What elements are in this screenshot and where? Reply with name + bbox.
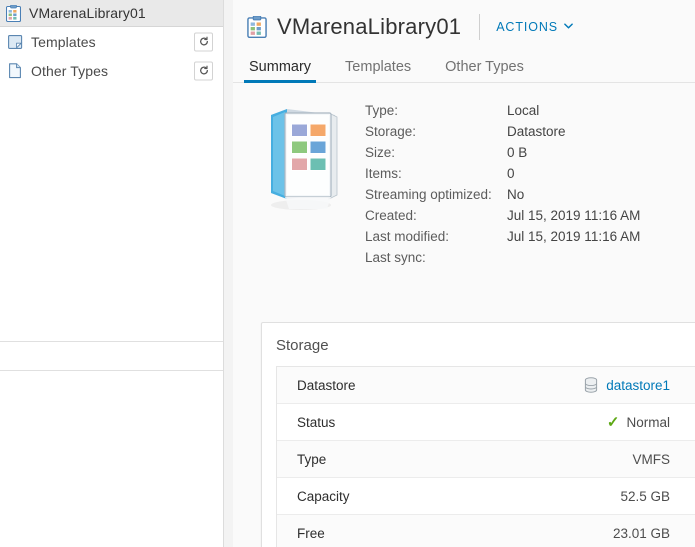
detail-key-storage: Storage: <box>365 124 417 139</box>
detail-key-created: Created: <box>365 208 417 223</box>
status-badge: Normal <box>626 414 670 430</box>
tab-other-types-label: Other Types <box>445 59 524 75</box>
storage-table: Datastore datastore1 Status ✓ Normal Typ… <box>276 366 695 547</box>
tab-bar: Summary Templates Other Types <box>233 53 695 83</box>
storage-key-status: Status <box>297 414 336 430</box>
header-divider <box>479 14 481 40</box>
table-row: Capacity 52.5 GB <box>277 478 695 515</box>
sidebar-divider <box>0 341 223 342</box>
detail-key-items: Items: <box>365 166 402 181</box>
detail-value-streaming-optimized: No <box>507 187 525 202</box>
content-library-icon <box>6 4 21 22</box>
tab-summary[interactable]: Summary <box>243 59 317 83</box>
table-row: Free 23.01 GB <box>277 515 695 547</box>
sidebar-item-other-types-label: Other Types <box>31 62 109 79</box>
storage-value-capacity: 52.5 GB <box>620 488 670 504</box>
refresh-icon <box>199 65 209 76</box>
sidebar-item-other-types[interactable]: Other Types <box>0 56 223 85</box>
library-details: Type: Local Storage: Datastore Size: 0 B… <box>365 99 640 268</box>
storage-key-free: Free <box>297 525 325 541</box>
detail-value-size: 0 B <box>507 145 528 160</box>
sidebar-root-label: VMarenaLibrary01 <box>29 5 146 21</box>
templates-refresh-button[interactable] <box>194 32 213 51</box>
storage-key-capacity: Capacity <box>297 488 350 504</box>
datastore-link[interactable]: datastore1 <box>606 378 670 393</box>
detail-value-last-sync <box>507 248 640 268</box>
table-row: Type VMFS <box>277 441 695 478</box>
detail-value-items: 0 <box>507 166 515 181</box>
chevron-down-icon <box>564 22 573 32</box>
storage-key-datastore: Datastore <box>297 377 356 393</box>
datastore-icon <box>584 377 598 393</box>
storage-value-status: ✓ Normal <box>607 415 688 430</box>
navigator-sidebar: VMarenaLibrary01 Templates Other Types <box>0 0 224 547</box>
storage-card: Storage Datastore datastore1 Status ✓ No… <box>261 322 695 547</box>
detail-value-created: Jul 15, 2019 11:16 AM <box>507 208 641 223</box>
detail-key-size: Size: <box>365 145 396 160</box>
sidebar-item-templates-label: Templates <box>31 33 96 50</box>
tab-templates[interactable]: Templates <box>343 59 413 82</box>
actions-menu-button[interactable]: ACTIONS <box>496 20 573 34</box>
detail-value-last-modified: Jul 15, 2019 11:16 AM <box>507 229 641 244</box>
detail-key-streaming-optimized: Streaming optimized: <box>365 187 492 202</box>
check-icon: ✓ <box>606 413 620 431</box>
actions-label: ACTIONS <box>496 20 559 34</box>
vsphere-content-library-window: VMarenaLibrary01 Templates Other Types V… <box>0 0 695 547</box>
detail-value-storage: Datastore <box>507 124 566 139</box>
object-header: VMarenaLibrary01 ACTIONS <box>233 0 695 40</box>
refresh-icon <box>199 36 209 47</box>
table-row: Status ✓ Normal <box>277 404 695 441</box>
storage-key-type: Type <box>297 451 327 467</box>
page-title: VMarenaLibrary01 <box>277 14 462 39</box>
storage-value-free: 23.01 GB <box>612 525 670 541</box>
content-area: VMarenaLibrary01 ACTIONS Summary Templat… <box>233 0 695 547</box>
storage-value-type: VMFS <box>632 451 670 467</box>
sidebar-item-templates[interactable]: Templates <box>0 27 223 56</box>
content-library-book-icon <box>247 99 351 268</box>
storage-value-datastore: datastore1 <box>584 377 688 393</box>
tab-templates-label: Templates <box>345 59 412 75</box>
document-icon <box>8 62 23 79</box>
other-types-refresh-button[interactable] <box>194 61 213 80</box>
tab-other-types[interactable]: Other Types <box>443 59 526 82</box>
detail-value-type: Local <box>507 103 540 118</box>
storage-card-title: Storage <box>276 337 329 354</box>
detail-key-last-modified: Last modified: <box>365 229 450 244</box>
tab-summary-label: Summary <box>249 59 312 75</box>
content-library-icon <box>247 16 267 38</box>
summary-panel: Type: Local Storage: Datastore Size: 0 B… <box>233 83 695 268</box>
table-row: Datastore datastore1 <box>277 367 695 404</box>
detail-key-type: Type: <box>365 103 399 118</box>
sidebar-divider <box>0 370 223 371</box>
sidebar-item-library-root[interactable]: VMarenaLibrary01 <box>0 0 223 27</box>
templates-icon <box>8 34 23 50</box>
detail-key-last-sync: Last sync: <box>365 250 426 265</box>
